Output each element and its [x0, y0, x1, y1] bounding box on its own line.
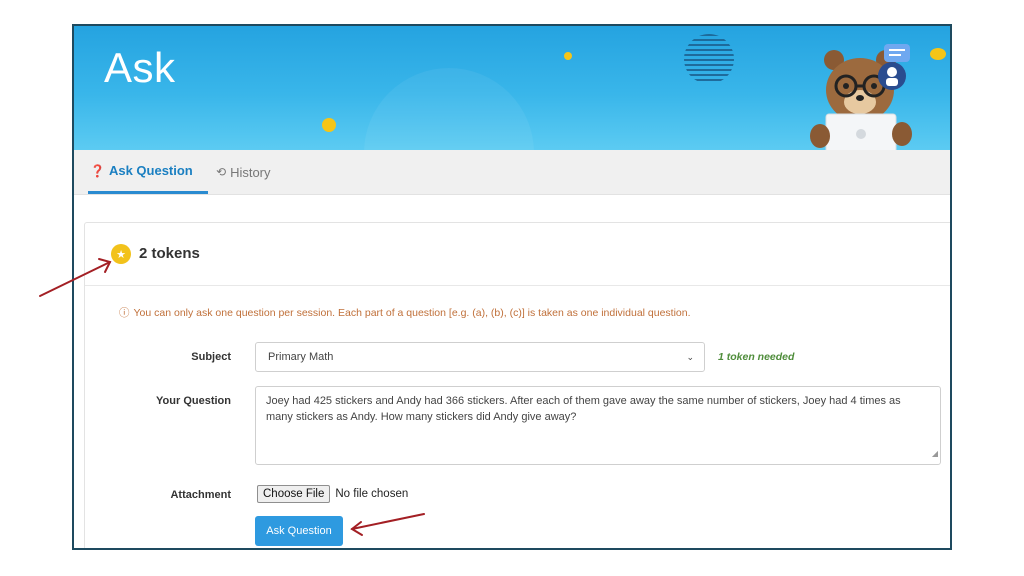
question-text: Joey had 425 stickers and Andy had 366 s…: [266, 395, 901, 423]
subject-label: Subject: [191, 351, 231, 363]
session-notice: ⓘ You can only ask one question per sessi…: [119, 305, 691, 320]
tokens-needed-hint: 1 token needed: [718, 351, 795, 363]
ask-form-card: ★ 2 tokens ⓘ You can only ask one questio…: [84, 222, 950, 548]
question-label: Your Question: [156, 395, 231, 407]
tab-history[interactable]: ⟲ History: [216, 150, 271, 194]
tab-label: History: [230, 164, 271, 180]
ask-question-button[interactable]: Ask Question: [255, 516, 343, 546]
banner-decoration: [364, 68, 534, 150]
subject-select[interactable]: Primary Math ⌄: [255, 342, 705, 372]
file-input: Choose File No file chosen: [257, 485, 408, 503]
token-count: 2 tokens: [139, 245, 200, 262]
tab-ask-question[interactable]: ❓ Ask Question: [88, 150, 208, 194]
bear-mascot-icon: [810, 44, 912, 150]
notice-text: You can only ask one question per sessio…: [133, 307, 691, 319]
resize-handle-icon[interactable]: ◢: [932, 446, 938, 462]
info-icon: ⓘ: [119, 307, 130, 319]
tab-bar: ❓ Ask Question ⟲ History: [74, 150, 950, 195]
chevron-down-icon: ⌄: [686, 352, 694, 362]
attachment-label: Attachment: [170, 489, 231, 501]
tab-label: Ask Question: [108, 163, 193, 178]
star-coin-icon: ★: [111, 244, 131, 264]
decorative-dot: [564, 52, 572, 60]
decorative-dot: [322, 118, 336, 132]
striped-circle-decoration: [684, 34, 734, 84]
no-file-text: No file chosen: [335, 488, 409, 500]
page-title: Ask: [104, 44, 176, 91]
app-frame: Ask ❓ Ask Question ⟲ History ★ 2 tokens …: [72, 24, 952, 550]
subject-value: Primary Math: [268, 351, 334, 363]
page-banner: Ask: [74, 26, 950, 150]
question-textarea[interactable]: Joey had 425 stickers and Andy had 366 s…: [255, 386, 941, 465]
question-circle-icon: ❓: [90, 163, 105, 178]
token-header: ★ 2 tokens: [85, 223, 950, 286]
history-icon: ⟲: [216, 165, 227, 179]
choose-file-button[interactable]: Choose File: [257, 485, 331, 503]
